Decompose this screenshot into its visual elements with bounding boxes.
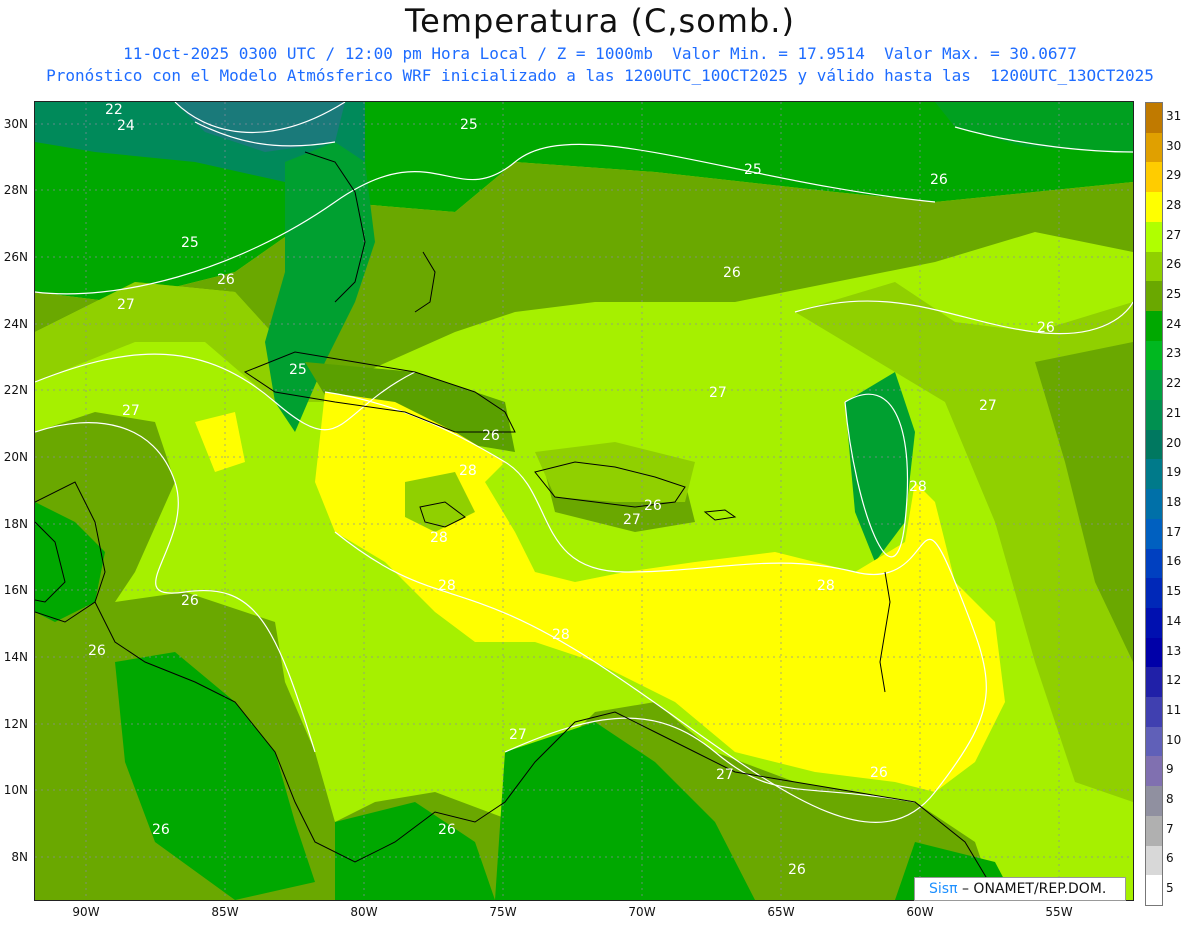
color-scale-swatch [1146,310,1162,342]
lon-label: 90W [72,905,100,919]
lat-label: 20N [3,450,28,464]
color-scale-bar [1145,102,1163,906]
color-scale-swatch [1146,489,1162,520]
color-scale-swatch [1146,400,1162,431]
subtitle-valid-time: 11-Oct-2025 0300 UTC / 12:00 pm Hora Loc… [123,44,1077,63]
lat-label: 22N [3,383,28,397]
color-scale-label: 6 [1166,851,1174,866]
color-scale-swatch [1146,340,1162,371]
lon-label: 65W [767,905,795,919]
color-scale-label: 12 [1166,673,1182,688]
color-scale-swatch [1146,815,1162,847]
color-scale-swatch [1146,726,1162,757]
lat-label: 24N [3,317,28,331]
lat-label: 8N [11,850,28,864]
color-scale-swatch [1146,103,1162,134]
color-scale-swatch [1146,281,1162,312]
color-scale-label: 19 [1166,465,1182,480]
color-scale-swatch [1146,132,1162,163]
lat-label: 26N [3,250,28,264]
lat-label: 30N [3,117,28,131]
color-scale-swatch [1146,162,1162,193]
color-scale-label: 31 [1166,108,1182,123]
color-scale-label: 30 [1166,138,1182,153]
color-scale-label: 13 [1166,643,1182,658]
lon-label: 75W [489,905,517,919]
lon-label: 60W [906,905,934,919]
lat-label: 18N [3,517,28,531]
color-scale-swatch [1146,370,1162,401]
lon-label: 70W [628,905,656,919]
credit-box: Sisπ – ONAMET/REP.DOM. [914,877,1126,901]
color-scale-label: 8 [1166,792,1174,807]
color-scale-label: 5 [1166,881,1174,896]
color-scale-label: 23 [1166,346,1182,361]
subtitle-model-info: Pronóstico con el Modelo Atmósferico WRF… [46,66,1154,85]
map-title: Temperatura (C,somb.) [405,2,795,40]
color-scale-swatch [1146,845,1162,876]
lat-label: 12N [3,717,28,731]
color-scale-label: 7 [1166,821,1174,836]
credit-text: – ONAMET/REP.DOM. [961,881,1107,897]
lat-label: 10N [3,783,28,797]
color-scale-label: 20 [1166,435,1182,450]
color-scale-swatch [1146,607,1162,639]
color-scale-swatch [1146,548,1162,579]
color-scale-label: 16 [1166,554,1182,569]
color-scale-label: 14 [1166,613,1182,628]
color-scale-label: 26 [1166,257,1182,272]
color-scale-label: 9 [1166,762,1174,777]
color-scale-swatch [1146,786,1162,817]
lat-label: 16N [3,583,28,597]
color-scale-label: 11 [1166,702,1182,717]
color-scale-label: 17 [1166,524,1182,539]
color-scale-swatch [1146,756,1162,787]
color-scale-swatch [1146,578,1162,609]
color-scale-label: 21 [1166,405,1182,420]
color-scale-label: 10 [1166,732,1182,747]
color-scale-label: 22 [1166,376,1182,391]
lat-label: 14N [3,650,28,664]
lat-label: 28N [3,183,28,197]
color-scale-label: 27 [1166,227,1182,242]
color-scale-swatch [1146,192,1162,223]
color-scale-label: 28 [1166,197,1182,212]
lon-label: 80W [350,905,378,919]
lon-label: 85W [211,905,239,919]
color-scale-label: 18 [1166,495,1182,509]
color-scale-swatch [1146,221,1162,253]
map-frame [34,101,1134,901]
color-scale-swatch [1146,667,1162,698]
color-scale-swatch [1146,875,1162,906]
color-scale-swatch [1146,518,1162,550]
color-scale-swatch [1146,429,1162,460]
lon-label: 55W [1045,905,1073,919]
color-scale-label: 24 [1166,316,1182,331]
color-scale-swatch [1146,637,1162,668]
color-scale-swatch [1146,459,1162,490]
color-scale-label: 29 [1166,168,1182,183]
color-scale-label: 25 [1166,287,1182,302]
color-scale-swatch [1146,251,1162,282]
color-scale-label: 15 [1166,584,1182,599]
sispi-logo: Sisπ [929,881,958,897]
color-scale-swatch [1146,697,1162,728]
